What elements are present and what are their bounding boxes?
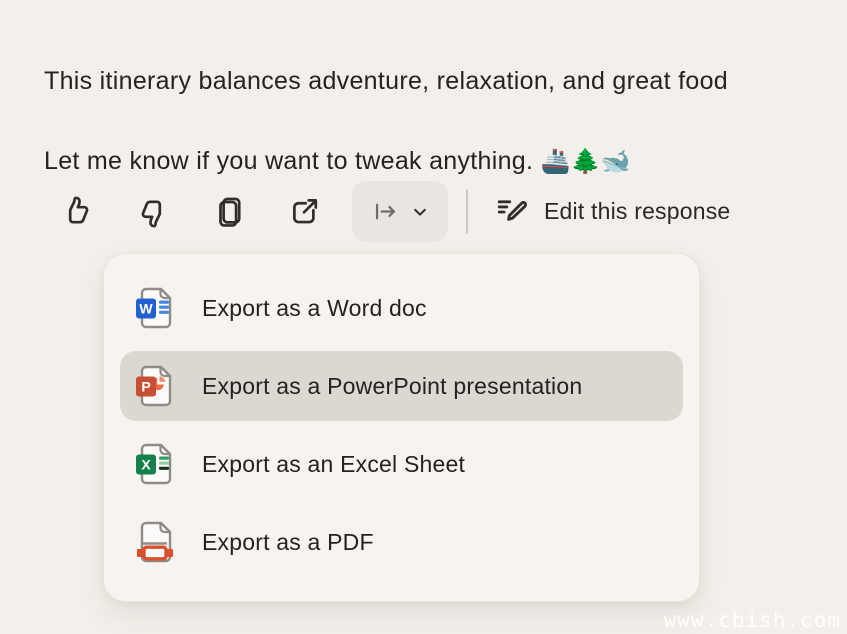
copy-icon xyxy=(212,195,246,229)
response-paragraph: This itinerary balances adventure, relax… xyxy=(44,65,847,97)
pdf-file-icon xyxy=(134,519,176,565)
menu-item-label: Export as an Excel Sheet xyxy=(202,451,465,478)
menu-item-label: Export as a Word doc xyxy=(202,295,427,322)
response-toolbar xyxy=(55,181,359,242)
share-icon xyxy=(288,195,322,229)
edit-response-button[interactable]: Edit this response xyxy=(494,189,730,234)
menu-item-label: Export as a PDF xyxy=(202,529,374,556)
watermark: www.cbish.com xyxy=(664,608,841,632)
export-icon xyxy=(372,198,399,225)
menu-item-export-pdf[interactable]: Export as a PDF xyxy=(120,507,683,577)
response-paragraph-2: Let me know if you want to tweak anythin… xyxy=(44,145,847,178)
edit-response-label: Edit this response xyxy=(544,198,730,225)
word-file-icon: W xyxy=(134,285,176,331)
emoji-ship-tree-whale: 🚢🌲🐋 xyxy=(541,148,632,175)
menu-item-export-powerpoint[interactable]: P Export as a PowerPoint presentation xyxy=(120,351,683,421)
response-closing-text: Let me know if you want to tweak anythin… xyxy=(44,147,533,175)
edit-icon xyxy=(494,194,530,230)
thumbs-up-icon xyxy=(60,195,94,229)
share-button[interactable] xyxy=(283,190,327,234)
menu-item-label: Export as a PowerPoint presentation xyxy=(202,373,582,400)
menu-item-export-word[interactable]: W Export as a Word doc xyxy=(120,273,683,343)
thumbs-up-button[interactable] xyxy=(55,190,99,234)
export-menu: W Export as a Word doc P Export as a Pow… xyxy=(103,253,700,602)
svg-text:W: W xyxy=(139,301,153,317)
toolbar-divider xyxy=(466,189,468,234)
thumbs-down-button[interactable] xyxy=(131,190,175,234)
thumbs-down-icon xyxy=(136,195,170,229)
chevron-down-icon xyxy=(411,203,429,221)
menu-item-export-excel[interactable]: X Export as an Excel Sheet xyxy=(120,429,683,499)
copy-button[interactable] xyxy=(207,190,251,234)
excel-file-icon: X xyxy=(134,441,176,487)
svg-text:P: P xyxy=(141,379,150,395)
svg-text:X: X xyxy=(141,457,151,473)
export-button[interactable] xyxy=(352,181,448,242)
powerpoint-file-icon: P xyxy=(134,363,176,409)
